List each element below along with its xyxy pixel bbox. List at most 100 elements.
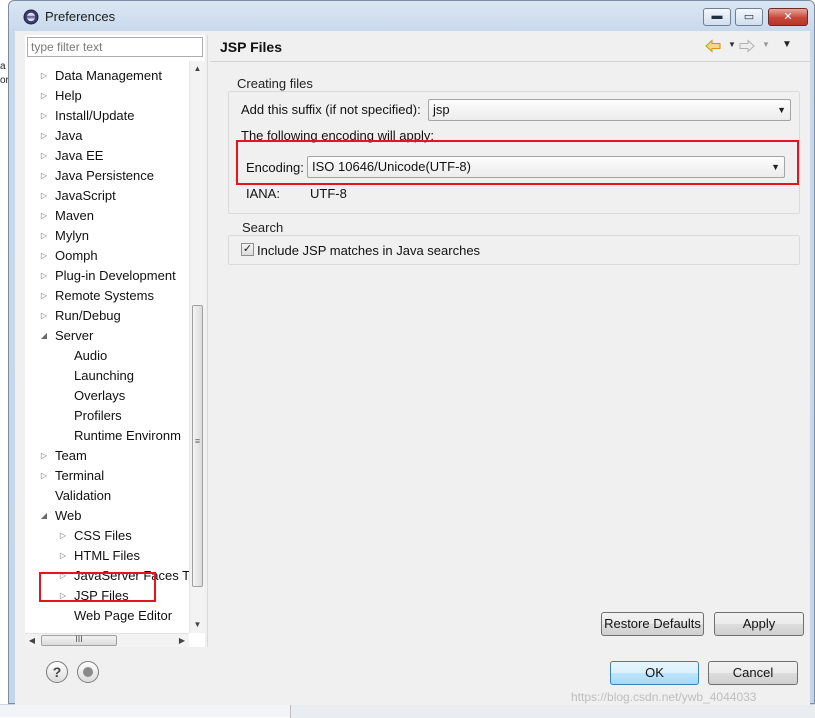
collapsed-twisty-icon[interactable]: ▷ — [39, 106, 49, 126]
close-button[interactable]: ✕ — [768, 8, 808, 26]
tree-item-label: Launching — [74, 368, 134, 383]
collapsed-twisty-icon[interactable]: ▷ — [39, 306, 49, 326]
tree-item[interactable]: Overlays — [25, 386, 189, 406]
tree-item-label: Team — [55, 448, 87, 463]
forward-history-dropdown-icon[interactable]: ▼ — [762, 40, 770, 49]
apply-button[interactable]: Apply — [714, 612, 804, 636]
scroll-grip-icon: ≡ — [194, 436, 201, 446]
preference-navigation-pane: ▷ Data Management ▷ Help ▷ Install/Update ▷ Jav… — [25, 35, 205, 647]
include-jsp-checkbox[interactable]: ✓ — [241, 243, 254, 256]
dialog-client-area: ▷ Data Management ▷ Help ▷ Install/Update ▷ Jav… — [15, 31, 810, 705]
minimize-button[interactable]: ▬ — [703, 8, 731, 26]
tree-item-label: Validation — [55, 488, 112, 503]
tree-item[interactable]: ▷ HTML Files — [25, 546, 189, 566]
tree-item-label: Java — [55, 128, 83, 143]
tree-item[interactable]: Launching — [25, 366, 189, 386]
preference-tree[interactable]: ▷ Data Management ▷ Help ▷ Install/Update ▷ Jav… — [25, 61, 189, 633]
tree-item[interactable]: Profilers — [25, 406, 189, 426]
tree-item[interactable]: ▷ Plug-in Development — [25, 266, 189, 286]
cancel-button[interactable]: Cancel — [708, 661, 798, 685]
tree-item[interactable]: ▷ Install/Update — [25, 106, 189, 126]
scrollbar-thumb[interactable]: ≡ — [192, 305, 203, 587]
tree-item[interactable]: ▷ JavaScript — [25, 186, 189, 206]
tree-item[interactable]: Web Page Editor — [25, 606, 189, 626]
back-history-dropdown-icon[interactable]: ▼ — [728, 40, 736, 49]
tree-item[interactable]: Audio — [25, 346, 189, 366]
suffix-label: Add this suffix (if not specified): — [241, 102, 421, 117]
jsp-files-highlight-box — [39, 572, 156, 602]
tree-item-label: Java EE — [55, 148, 104, 163]
collapsed-twisty-icon[interactable]: ▷ — [39, 206, 49, 226]
tree-item[interactable]: ▷ Remote Systems — [25, 286, 189, 306]
ok-button[interactable]: OK — [610, 661, 699, 685]
tree-item[interactable]: ▷ Help — [25, 86, 189, 106]
collapsed-twisty-icon[interactable]: ▷ — [39, 166, 49, 186]
tree-item-label: Remote Systems — [55, 288, 154, 303]
tree-item-label: Install/Update — [55, 108, 135, 123]
tree-vertical-scrollbar[interactable]: ▲ ≡ ▼ — [189, 61, 205, 633]
tree-item[interactable]: ▷ Java Persistence — [25, 166, 189, 186]
collapsed-twisty-icon[interactable]: ▷ — [39, 286, 49, 306]
record-icon[interactable] — [77, 661, 99, 683]
collapsed-twisty-icon[interactable]: ▷ — [39, 126, 49, 146]
minimize-icon: ▬ — [711, 10, 723, 22]
scroll-right-icon[interactable]: ▶ — [175, 634, 189, 647]
collapsed-twisty-icon[interactable]: ▷ — [39, 466, 49, 486]
back-arrow-icon[interactable] — [705, 38, 721, 54]
suffix-combo[interactable]: jsp ▼ — [428, 99, 791, 121]
chevron-down-icon: ▼ — [777, 105, 786, 115]
tree-item[interactable]: Validation — [25, 486, 189, 506]
scroll-up-icon[interactable]: ▲ — [190, 61, 205, 77]
tree-item-label: Oomph — [55, 248, 98, 263]
background-window-panel — [290, 705, 815, 718]
collapsed-twisty-icon[interactable]: ▷ — [39, 186, 49, 206]
tree-item[interactable]: ▷ Maven — [25, 206, 189, 226]
collapsed-twisty-icon[interactable]: ▷ — [39, 66, 49, 86]
title-bar[interactable]: Preferences ▬ ▭ ✕ — [9, 1, 814, 31]
tree-item[interactable]: ◢ Server — [25, 326, 189, 346]
scroll-down-icon[interactable]: ▼ — [190, 617, 205, 633]
collapsed-twisty-icon[interactable]: ▷ — [39, 266, 49, 286]
tree-item[interactable]: ◢ Web — [25, 506, 189, 526]
collapsed-twisty-icon[interactable]: ▷ — [39, 446, 49, 466]
restore-defaults-button[interactable]: Restore Defaults — [601, 612, 704, 636]
close-icon: ✕ — [783, 11, 793, 23]
tree-item-label: Overlays — [74, 388, 126, 403]
tree-item[interactable]: ▷ Java EE — [25, 146, 189, 166]
scrollbar-thumb[interactable]: III — [41, 634, 117, 646]
tree-item-label: Terminal — [55, 468, 105, 483]
forward-arrow-icon[interactable] — [739, 38, 755, 54]
tree-item-label: CSS Files — [74, 528, 132, 543]
collapsed-twisty-icon[interactable]: ▷ — [58, 546, 68, 566]
tree-item-label: Web Page Editor — [74, 608, 173, 623]
tree-item[interactable]: ▷ Java — [25, 126, 189, 146]
tree-item[interactable]: ▷ Oomph — [25, 246, 189, 266]
collapsed-twisty-icon[interactable]: ▷ — [39, 226, 49, 246]
tree-item[interactable]: ▷ Team — [25, 446, 189, 466]
expanded-twisty-icon[interactable]: ◢ — [39, 326, 49, 346]
tree-item[interactable]: ▷ Run/Debug — [25, 306, 189, 326]
collapsed-twisty-icon[interactable]: ▷ — [58, 526, 68, 546]
tree-item[interactable]: ▷ CSS Files — [25, 526, 189, 546]
tree-item[interactable]: Runtime Environm — [25, 426, 189, 446]
help-icon[interactable]: ? — [46, 661, 68, 683]
scroll-left-icon[interactable]: ◀ — [25, 634, 39, 647]
filter-input[interactable] — [27, 37, 203, 57]
collapsed-twisty-icon[interactable]: ▷ — [39, 246, 49, 266]
pane-divider[interactable] — [207, 35, 208, 647]
header-separator — [210, 61, 810, 62]
tree-item[interactable]: ▷ Data Management — [25, 66, 189, 86]
view-menu-icon[interactable]: ▼ — [782, 39, 792, 50]
expanded-twisty-icon[interactable]: ◢ — [39, 506, 49, 526]
search-group-title: Search — [239, 220, 287, 235]
collapsed-twisty-icon[interactable]: ▷ — [39, 86, 49, 106]
include-jsp-label[interactable]: Include JSP matches in Java searches — [257, 243, 480, 258]
tree-horizontal-scrollbar[interactable]: ◀ III ▶ — [25, 633, 189, 647]
record-dot — [83, 667, 93, 677]
tree-item[interactable]: ▷ Terminal — [25, 466, 189, 486]
collapsed-twisty-icon[interactable]: ▷ — [39, 146, 49, 166]
tree-item-label: Server — [55, 328, 94, 343]
tree-item-label: JavaScript — [55, 188, 116, 203]
maximize-button[interactable]: ▭ — [735, 8, 763, 26]
tree-item[interactable]: ▷ Mylyn — [25, 226, 189, 246]
